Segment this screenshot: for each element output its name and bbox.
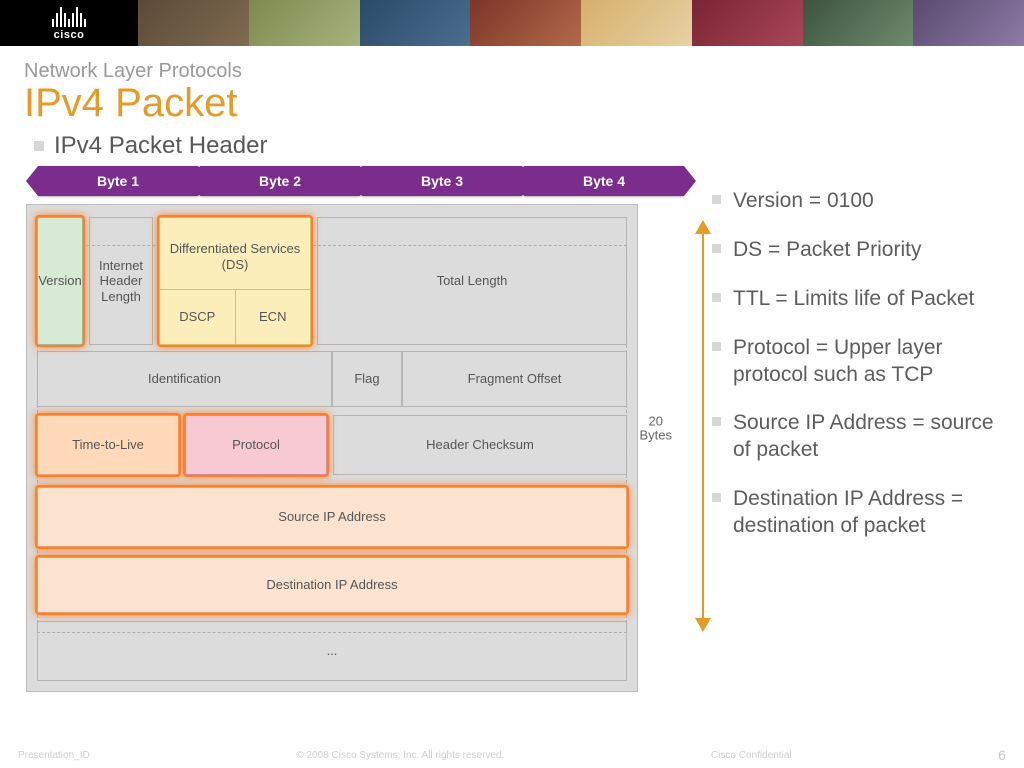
bullet-icon xyxy=(712,493,721,502)
field-fragment-offset: Fragment Offset xyxy=(402,351,627,407)
height-label: 20Bytes xyxy=(639,415,672,444)
byte-arrow-4: Byte 4 xyxy=(524,166,684,196)
slide-body: Network Layer Protocols IPv4 Packet IPv4… xyxy=(0,46,1024,742)
section-supertitle: Network Layer Protocols xyxy=(24,60,1000,83)
bullet-icon xyxy=(34,141,44,151)
slide-subtitle: IPv4 Packet Header xyxy=(54,132,267,160)
field-dscp: DSCP xyxy=(160,290,236,344)
fact-item: Destination IP Address = destination of … xyxy=(712,486,1000,540)
brand-text: cisco xyxy=(54,29,85,41)
byte-arrow-1: Byte 1 xyxy=(38,166,198,196)
fact-item: TTL = Limits life of Packet xyxy=(712,286,1000,313)
bullet-icon xyxy=(712,195,721,204)
footer-copyright: © 2008 Cisco Systems, Inc. All rights re… xyxy=(296,750,504,761)
bullet-icon xyxy=(712,417,721,426)
field-flag: Flag xyxy=(332,351,402,407)
subtitle-row: IPv4 Packet Header xyxy=(34,132,1000,160)
fact-item: DS = Packet Priority xyxy=(712,237,1000,264)
field-ecn: ECN xyxy=(236,290,311,344)
fact-list: Version = 0100 DS = Packet Priority TTL … xyxy=(712,166,1000,562)
field-version: Version xyxy=(37,217,83,345)
bullet-icon xyxy=(712,293,721,302)
field-options: ... xyxy=(37,621,627,681)
slide-footer: Presentation_ID © 2008 Cisco Systems, In… xyxy=(0,742,1024,768)
field-source-ip: Source IP Address xyxy=(37,487,627,547)
fact-item: Protocol = Upper layer protocol such as … xyxy=(712,335,1000,389)
cisco-bars-icon xyxy=(52,5,86,27)
field-identification: Identification xyxy=(37,351,332,407)
field-ds: Differentiated Services (DS) DSCP ECN xyxy=(159,217,311,345)
byte-arrow-2: Byte 2 xyxy=(200,166,360,196)
field-destination-ip: Destination IP Address xyxy=(37,557,627,613)
banner-photo-strip xyxy=(138,0,1024,46)
fact-item: Version = 0100 xyxy=(712,188,1000,215)
bullet-icon xyxy=(712,342,721,351)
packet-diagram: Byte 1 Byte 2 Byte 3 Byte 4 Version Inte… xyxy=(24,166,684,692)
byte-arrow-3: Byte 3 xyxy=(362,166,522,196)
page-number: 6 xyxy=(998,747,1006,763)
top-banner: cisco xyxy=(0,0,1024,46)
field-ihl: Internet Header Length xyxy=(89,217,153,345)
field-ds-label: Differentiated Services (DS) xyxy=(160,224,310,289)
footer-confidential: Cisco Confidential xyxy=(711,750,792,761)
cisco-logo: cisco xyxy=(0,0,138,46)
field-total-length: Total Length xyxy=(317,217,627,345)
field-ttl: Time-to-Live xyxy=(37,415,179,475)
slide-title: IPv4 Packet xyxy=(24,81,1000,126)
height-arrow-icon xyxy=(702,230,704,622)
fact-item: Source IP Address = source of packet xyxy=(712,410,1000,464)
bullet-icon xyxy=(712,244,721,253)
byte-labels-row: Byte 1 Byte 2 Byte 3 Byte 4 xyxy=(38,166,684,196)
field-checksum: Header Checksum xyxy=(333,415,627,475)
footer-presentation-id: Presentation_ID xyxy=(18,750,90,761)
field-protocol: Protocol xyxy=(185,415,327,475)
